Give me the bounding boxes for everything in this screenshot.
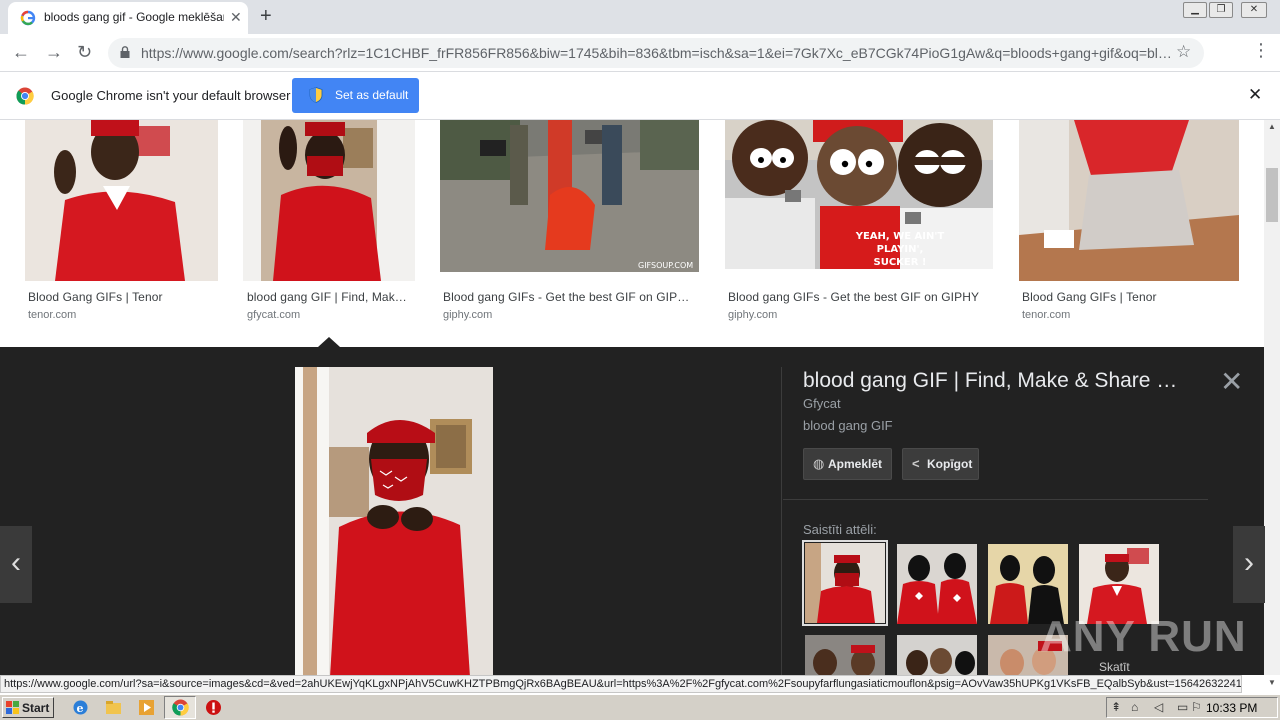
taskbar-chrome-button[interactable] <box>164 696 196 719</box>
next-image-button[interactable]: › <box>1233 526 1265 603</box>
new-tab-button[interactable]: + <box>260 5 272 28</box>
chrome-icon <box>172 699 189 716</box>
gifsoup-watermark: GIFSOUP.COM <box>638 261 693 270</box>
cartoon-caption: YEAH, WE AIN'T PLAYIN', SUCKER ! <box>855 231 945 268</box>
forward-arrow-icon[interactable]: → <box>45 42 63 63</box>
result-title[interactable]: Blood Gang GIFs | Tenor <box>28 290 218 304</box>
detail-source[interactable]: Gfycat <box>803 396 841 411</box>
related-image-thumbnail[interactable] <box>802 540 888 626</box>
reload-icon[interactable]: ↻ <box>77 42 92 63</box>
result-source: giphy.com <box>443 309 493 321</box>
set-as-default-label: Set as default <box>335 88 409 102</box>
url-text: https://www.google.com/search?rlz=1C1CHB… <box>141 45 1171 61</box>
windows-taskbar: Start e ⇞ ⌂ ◁ ▭ ⚐ 10:33 PM <box>0 694 1280 720</box>
lock-icon <box>120 46 130 58</box>
result-thumbnail[interactable] <box>25 120 218 281</box>
result-title[interactable]: Blood Gang GIFs | Tenor <box>1022 290 1237 304</box>
page-scrollbar[interactable]: ▲ ▼ <box>1264 120 1280 687</box>
previous-image-button[interactable]: ‹ <box>0 526 32 603</box>
status-bar-link: https://www.google.com/url?sa=i&source=i… <box>0 675 1242 693</box>
infobar-message: Google Chrome isn't your default browser <box>51 88 291 103</box>
anyrun-watermark: ANY RUN <box>1040 612 1247 661</box>
minimize-window-button[interactable]: ▁ <box>1183 2 1207 18</box>
windows-flag-icon <box>6 701 19 714</box>
set-as-default-button[interactable]: Set as default <box>292 78 419 113</box>
chrome-logo-icon <box>16 87 34 105</box>
image-results-row: Blood Gang GIFs | Tenor tenor.com blood … <box>0 120 1264 347</box>
close-detail-icon[interactable]: ✕ <box>1220 365 1243 398</box>
network-icon[interactable]: ⌂ <box>1131 700 1138 714</box>
infobar-close-icon[interactable]: ✕ <box>1248 85 1262 105</box>
selected-result-caret <box>318 337 340 347</box>
system-tray: ⇞ ⌂ ◁ ▭ ⚐ 10:33 PM <box>1106 697 1278 718</box>
result-source: giphy.com <box>728 309 778 321</box>
tray-expand-icon[interactable]: ⇞ <box>1111 700 1121 714</box>
tab-google-search[interactable]: bloods gang gif - Google meklēšana ✕ <box>8 2 248 34</box>
result-thumbnail[interactable] <box>243 120 415 281</box>
result-thumbnail[interactable]: GIFSOUP.COM <box>440 120 699 272</box>
scrollbar-thumb[interactable] <box>1266 168 1278 222</box>
media-player-icon[interactable] <box>138 699 155 716</box>
related-image-thumbnail[interactable] <box>897 544 977 624</box>
globe-icon: ◍ <box>813 456 825 471</box>
google-icon <box>20 10 36 26</box>
tab-title: bloods gang gif - Google meklēšana <box>44 10 224 24</box>
chevron-right-icon: › <box>1244 546 1254 579</box>
default-browser-infobar: Google Chrome isn't your default browser… <box>0 72 1280 120</box>
related-images-label: Saistīti attēli: <box>803 522 877 537</box>
result-source: gfycat.com <box>247 309 301 321</box>
svg-text:e: e <box>77 702 84 715</box>
result-thumbnail[interactable] <box>1019 120 1239 281</box>
related-image-thumbnail[interactable] <box>897 635 977 675</box>
share-label: Kopīgot <box>927 457 973 471</box>
result-thumbnail[interactable]: YEAH, WE AIN'T PLAYIN', SUCKER ! <box>725 120 993 269</box>
bookmark-star-icon[interactable]: ☆ <box>1176 42 1191 62</box>
network-status-icon[interactable]: ▭ <box>1177 700 1188 714</box>
watermark-skip-label: Skatīt <box>1099 660 1130 674</box>
close-window-button[interactable]: ✕ <box>1241 2 1267 18</box>
share-icon: < <box>912 456 920 471</box>
related-image-thumbnail[interactable] <box>805 635 885 675</box>
scroll-down-icon[interactable]: ▼ <box>1268 678 1276 687</box>
result-title[interactable]: blood gang GIF | Find, Mak… <box>247 290 412 304</box>
scroll-up-icon[interactable]: ▲ <box>1268 122 1276 131</box>
action-flag-icon[interactable]: ⚐ <box>1191 700 1202 714</box>
restore-window-button[interactable]: ❐ <box>1209 2 1233 18</box>
browser-toolbar: ← → ↻ https://www.google.com/search?rlz=… <box>0 34 1280 98</box>
taskbar-clock: 10:33 PM <box>1206 701 1258 715</box>
start-button[interactable]: Start <box>2 697 54 718</box>
chrome-menu-icon[interactable]: ⋮ <box>1252 40 1270 61</box>
volume-icon[interactable]: ◁ <box>1154 700 1163 714</box>
detail-caption: blood gang GIF <box>803 418 893 433</box>
back-arrow-icon[interactable]: ← <box>12 42 30 63</box>
shield-icon <box>309 87 323 103</box>
chevron-left-icon: ‹ <box>11 546 21 579</box>
visit-button[interactable]: ◍ Apmeklēt <box>803 448 892 480</box>
result-source: tenor.com <box>1022 309 1071 321</box>
preview-image[interactable] <box>295 367 493 677</box>
result-title[interactable]: Blood gang GIFs - Get the best GIF on GI… <box>728 290 990 304</box>
folder-icon[interactable] <box>105 699 122 716</box>
share-button[interactable]: < Kopīgot <box>902 448 979 480</box>
tab-close-icon[interactable]: ✕ <box>230 9 242 26</box>
address-bar[interactable]: https://www.google.com/search?rlz=1C1CHB… <box>108 38 1204 68</box>
visit-label: Apmeklēt <box>828 457 883 471</box>
stop-icon[interactable] <box>205 699 222 716</box>
detail-divider <box>783 499 1208 500</box>
detail-title[interactable]: blood gang GIF | Find, Make & Share … <box>803 369 1191 393</box>
result-title[interactable]: Blood gang GIFs - Get the best GIF on GI… <box>443 290 696 304</box>
result-source: tenor.com <box>28 309 77 321</box>
start-label: Start <box>22 701 50 715</box>
tab-strip: bloods gang gif - Google meklēšana ✕ + ▁… <box>0 0 1280 34</box>
internet-explorer-icon[interactable]: e <box>72 699 89 716</box>
